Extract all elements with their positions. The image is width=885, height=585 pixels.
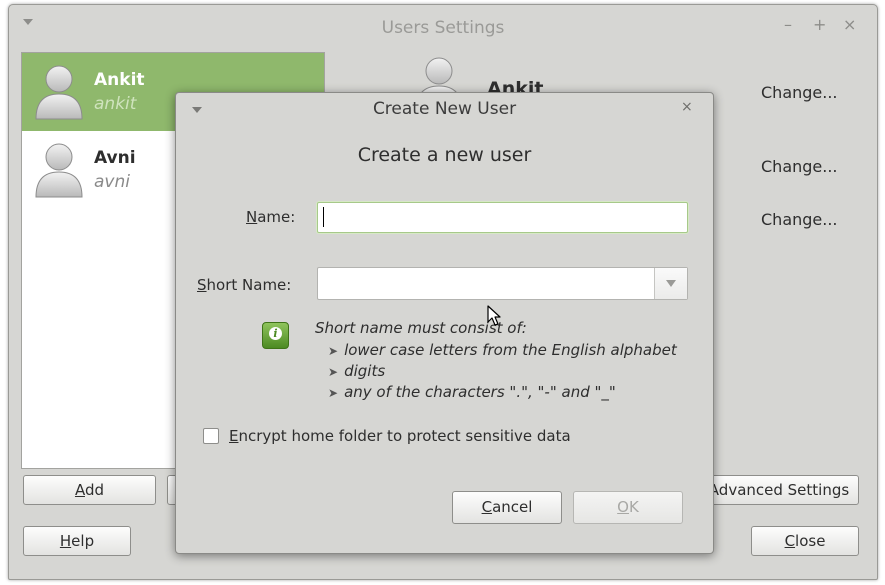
label-mnemonic: H xyxy=(59,532,72,550)
info-icon: i xyxy=(262,322,289,349)
window-titlebar[interactable]: Users Settings – + × xyxy=(9,5,877,49)
label-mnemonic: C xyxy=(481,498,493,516)
dialog-close-button[interactable]: × xyxy=(681,99,693,115)
hint-item: ➤ lower case letters from the English alp… xyxy=(328,341,677,359)
dropdown-arrow-icon[interactable] xyxy=(654,268,687,299)
encrypt-home-label[interactable]: Encrypt home folder to protect sensitive… xyxy=(229,427,571,445)
label-post: elp xyxy=(71,532,95,550)
help-button[interactable]: Help xyxy=(23,526,131,556)
advanced-settings-button[interactable]: Advanced Settings xyxy=(699,475,859,505)
change-privileges-link[interactable]: Change... xyxy=(761,210,838,229)
short-name-combobox[interactable] xyxy=(317,267,688,300)
close-window-button[interactable]: × xyxy=(843,15,856,35)
minimize-button[interactable]: – xyxy=(784,15,792,35)
add-user-button[interactable]: Add xyxy=(23,475,156,505)
user-name: Ankit xyxy=(94,70,145,90)
create-user-dialog: Create New User × Create a new user Name… xyxy=(175,92,714,554)
label-post: lose xyxy=(795,532,826,550)
label-post: ame: xyxy=(257,208,296,226)
label-mnemonic: N xyxy=(246,208,258,226)
maximize-button[interactable]: + xyxy=(813,15,826,35)
label-post: ancel xyxy=(492,498,533,516)
user-login: avni xyxy=(94,172,130,192)
short-name-label: Short Name: xyxy=(197,276,291,294)
encrypt-home-checkbox[interactable] xyxy=(203,428,219,444)
user-avatar-icon xyxy=(35,65,83,120)
label-mnemonic: A xyxy=(74,481,85,499)
dialog-heading: Create a new user xyxy=(357,144,532,166)
name-label: Name: xyxy=(246,208,295,226)
close-button[interactable]: Close xyxy=(751,526,859,556)
label-post: dd xyxy=(84,481,105,499)
window-title: Users Settings xyxy=(381,18,505,38)
cancel-button[interactable]: Cancel xyxy=(452,491,562,524)
label-post: hort Name: xyxy=(206,276,292,294)
label-mnemonic: O xyxy=(617,498,629,516)
user-login: ankit xyxy=(94,94,137,114)
dialog-title: Create New User xyxy=(372,99,517,119)
name-input[interactable] xyxy=(317,202,688,233)
text-caret xyxy=(323,207,324,227)
mouse-pointer-icon xyxy=(487,305,501,326)
hint-item: ➤ any of the characters ".", "-" and "_" xyxy=(328,383,616,401)
change-password-link[interactable]: Change... xyxy=(761,83,838,102)
hint-item: ➤ digits xyxy=(328,362,386,380)
label-post: ncrypt home folder to protect sensitive … xyxy=(238,427,571,445)
label-post: K xyxy=(628,498,639,516)
user-name: Avni xyxy=(94,148,136,168)
label-mnemonic: S xyxy=(197,276,207,294)
ok-button[interactable]: OK xyxy=(573,491,683,524)
change-group-link[interactable]: Change... xyxy=(761,157,838,176)
label-mnemonic: C xyxy=(784,532,796,550)
user-avatar-icon xyxy=(35,143,83,198)
